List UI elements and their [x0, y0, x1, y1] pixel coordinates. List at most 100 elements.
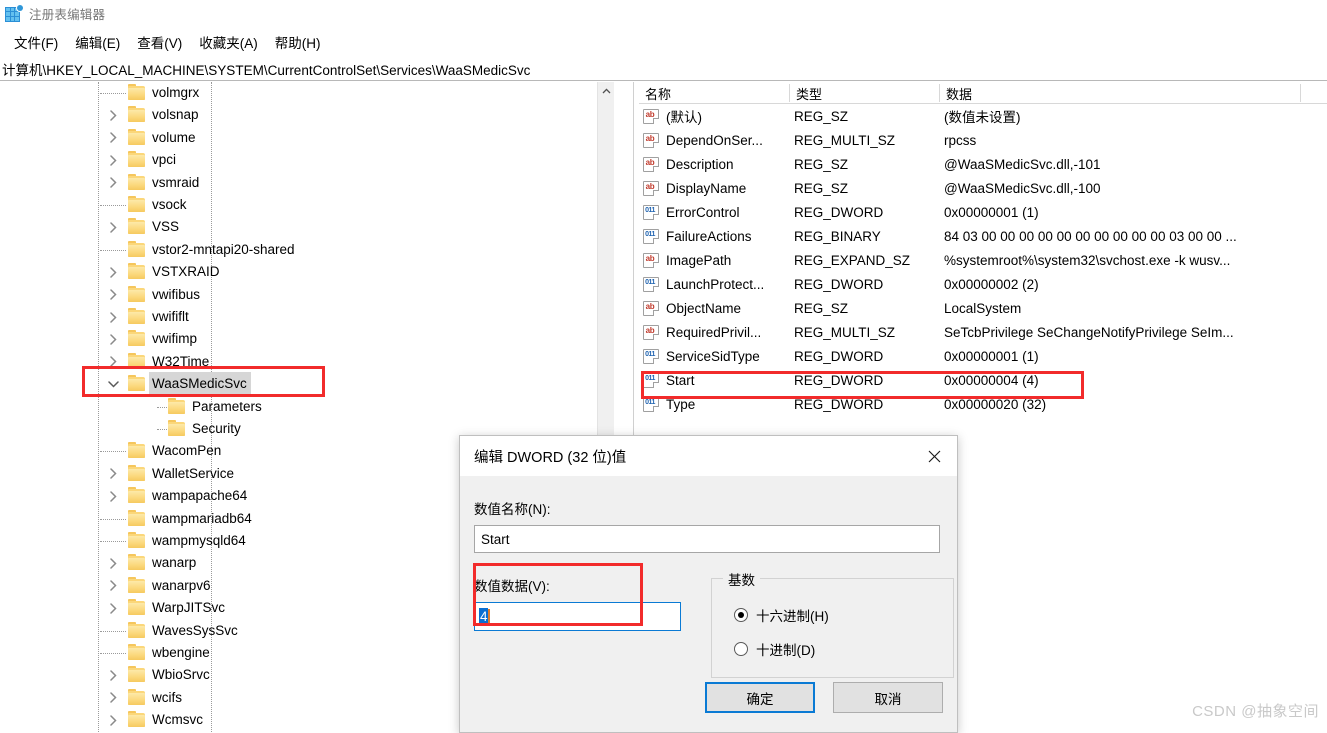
tree-connector	[100, 451, 126, 453]
folder-icon	[128, 688, 145, 705]
value-name-cell: ab DisplayName	[643, 176, 746, 200]
tree-node-vwififlt[interactable]: vwififlt	[0, 306, 600, 328]
table-row[interactable]: 011 ErrorControl REG_DWORD 0x00000001 (1)	[639, 200, 1327, 224]
value-type-cell: REG_DWORD	[794, 204, 884, 220]
tree-node-label: wampmysqld64	[152, 532, 246, 548]
edit-dword-dialog: 编辑 DWORD (32 位)值 数值名称(N): 数值数据(V): 4 基数	[459, 435, 958, 733]
tree-node-waasmedicsvc[interactable]: WaaSMedicSvc	[0, 372, 600, 397]
chevron-down-icon[interactable]	[105, 376, 121, 392]
chevron-right-icon[interactable]	[105, 287, 121, 303]
value-type-cell: REG_SZ	[794, 156, 849, 172]
radio-hexadecimal[interactable]: 十六进制(H)	[734, 605, 829, 625]
chevron-right-icon[interactable]	[105, 667, 121, 683]
menu-view[interactable]: 查看(V)	[129, 30, 191, 54]
value-data-group: 数值数据(V): 4	[474, 575, 684, 631]
string-value-icon: ab	[643, 156, 659, 172]
chevron-right-icon[interactable]	[105, 466, 121, 482]
tree-node-vsock[interactable]: vsock	[0, 194, 600, 216]
tree-node-volmgrx[interactable]: volmgrx	[0, 82, 600, 104]
close-icon[interactable]	[911, 436, 957, 476]
tree-node-label: vstor2-mntapi20-shared	[152, 241, 295, 257]
chevron-right-icon[interactable]	[105, 130, 121, 146]
chevron-right-icon[interactable]	[105, 331, 121, 347]
column-header-type[interactable]: 类型	[790, 82, 939, 104]
folder-icon	[128, 509, 145, 526]
value-type-cell: REG_DWORD	[794, 396, 884, 412]
menu-bar: 文件(F) 编辑(E) 查看(V) 收藏夹(A) 帮助(H)	[0, 30, 1327, 54]
menu-file[interactable]: 文件(F)	[6, 30, 67, 54]
table-row[interactable]: ab DependOnSer... REG_MULTI_SZ rpcss	[639, 128, 1327, 152]
table-row[interactable]: ab ObjectName REG_SZ LocalSystem	[639, 296, 1327, 320]
column-header-data[interactable]: 数据	[940, 82, 1300, 104]
folder-icon	[128, 218, 145, 235]
tree-node-vsmraid[interactable]: vsmraid	[0, 172, 600, 194]
folder-icon	[128, 308, 145, 324]
value-type-cell: REG_SZ	[794, 300, 849, 316]
chevron-right-icon[interactable]	[105, 712, 121, 728]
value-type-cell: REG_MULTI_SZ	[794, 132, 896, 148]
chevron-right-icon[interactable]	[105, 354, 121, 370]
value-name-cell: 011 ErrorControl	[643, 200, 740, 224]
value-name-input[interactable]	[474, 525, 940, 553]
tree-node-vstxraid[interactable]: VSTXRAID	[0, 261, 600, 283]
ok-button[interactable]: 确定	[705, 682, 815, 713]
chevron-right-icon[interactable]	[105, 107, 121, 123]
chevron-right-icon[interactable]	[105, 175, 121, 191]
radio-hexadecimal-label: 十六进制(H)	[756, 609, 829, 624]
table-row[interactable]: 011 Start REG_DWORD 0x00000004 (4)	[639, 368, 1327, 392]
menu-edit[interactable]: 编辑(E)	[67, 30, 129, 54]
table-row[interactable]: 011 LaunchProtect... REG_DWORD 0x00000002 (…	[639, 272, 1327, 296]
tree-node-label: VSS	[152, 219, 180, 235]
tree-node-vwifibus[interactable]: vwifibus	[0, 284, 600, 306]
menu-help[interactable]: 帮助(H)	[267, 30, 330, 54]
table-row[interactable]: 011 Type REG_DWORD 0x00000020 (32)	[639, 392, 1327, 416]
table-row[interactable]: ab (默认) REG_SZ (数值未设置)	[639, 104, 1327, 128]
tree-node-vwifimp[interactable]: vwifimp	[0, 328, 600, 350]
binary-value-icon: 011	[643, 396, 659, 412]
value-name-cell: ab Description	[643, 152, 734, 176]
chevron-right-icon[interactable]	[105, 555, 121, 571]
cancel-button[interactable]: 取消	[833, 682, 943, 713]
table-row[interactable]: ab Description REG_SZ @WaaSMedicSvc.dll,-10…	[639, 152, 1327, 176]
chevron-right-icon[interactable]	[105, 309, 121, 325]
scroll-up-icon[interactable]	[598, 82, 614, 99]
tree-node-parameters[interactable]: Parameters	[0, 396, 600, 418]
chevron-right-icon[interactable]	[105, 152, 121, 168]
radio-mark-icon	[734, 642, 748, 656]
table-row[interactable]: ab RequiredPrivil... REG_MULTI_SZ SeTcbPriv…	[639, 320, 1327, 344]
binary-value-icon: 011	[643, 372, 659, 388]
tree-node-label: vwifimp	[152, 331, 198, 347]
chevron-right-icon[interactable]	[105, 219, 121, 235]
tree-node-label: vsmraid	[152, 174, 200, 190]
table-row[interactable]: ab DisplayName REG_SZ @WaaSMedicSvc.dll,-10…	[639, 176, 1327, 200]
string-value-icon: ab	[643, 324, 659, 340]
tree-node-vpci[interactable]: vpci	[0, 149, 600, 171]
chevron-right-icon[interactable]	[105, 578, 121, 594]
string-value-icon: ab	[643, 180, 659, 196]
folder-icon	[128, 599, 145, 616]
tree-node-w32time[interactable]: W32Time	[0, 351, 600, 373]
radio-decimal[interactable]: 十进制(D)	[734, 639, 815, 659]
chevron-right-icon[interactable]	[105, 690, 121, 706]
tree-node-volume[interactable]: volume	[0, 127, 600, 149]
tree-node-vss[interactable]: VSS	[0, 216, 600, 238]
menu-favorites[interactable]: 收藏夹(A)	[191, 30, 267, 54]
string-value-icon: ab	[643, 252, 659, 268]
value-name-cell: ab DependOnSer...	[643, 128, 763, 152]
table-row[interactable]: 011 FailureActions REG_BINARY 84 03 00 00 0…	[639, 224, 1327, 248]
table-row[interactable]: ab ImagePath REG_EXPAND_SZ %systemroot%\sys…	[639, 248, 1327, 272]
tree-connector	[100, 518, 126, 520]
values-list: ab (默认) REG_SZ (数值未设置) ab DependOnSer... REG_M…	[639, 104, 1327, 416]
tree-connector	[100, 541, 126, 542]
address-bar[interactable]: 计算机\HKEY_LOCAL_MACHINE\SYSTEM\CurrentCon…	[0, 57, 1327, 81]
chevron-right-icon[interactable]	[105, 600, 121, 616]
tree-node-label: vwifibus	[152, 286, 201, 302]
value-data-cell: 0x00000002 (2)	[944, 276, 1039, 292]
table-row[interactable]: 011 ServiceSidType REG_DWORD 0x00000001 (1)	[639, 344, 1327, 368]
chevron-right-icon[interactable]	[105, 264, 121, 280]
column-header-name[interactable]: 名称	[639, 82, 789, 104]
chevron-right-icon[interactable]	[105, 488, 121, 504]
tree-node-volsnap[interactable]: volsnap	[0, 104, 600, 126]
value-data-input[interactable]: 4	[474, 602, 681, 631]
tree-node-vstor2-mntapi20-shared[interactable]: vstor2-mntapi20-shared	[0, 239, 600, 261]
